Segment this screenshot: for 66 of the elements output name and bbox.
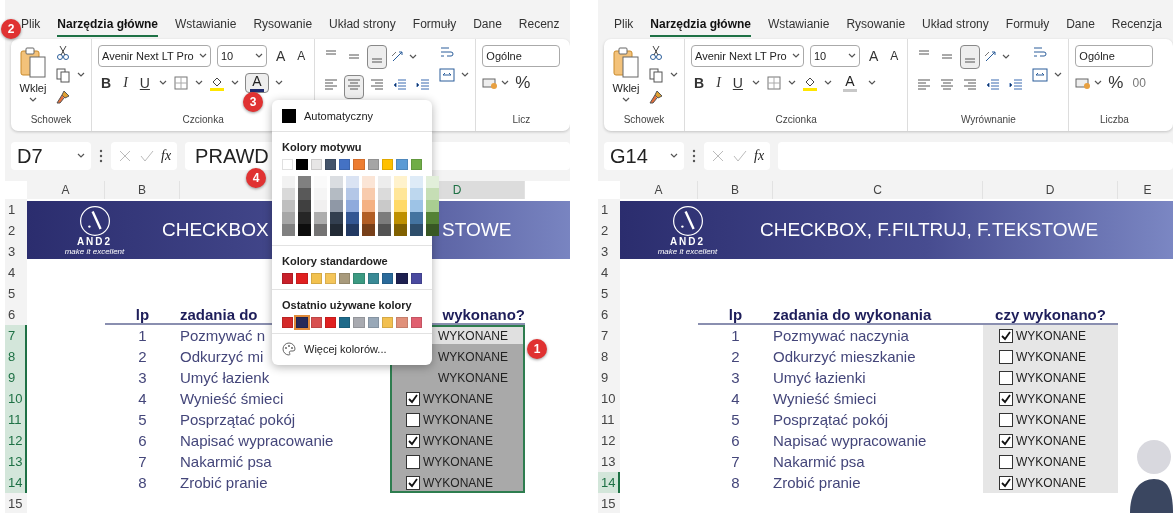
status-label: WYKONANE: [438, 370, 508, 385]
table-cell-text: 6: [730, 431, 741, 451]
status-label: WYKONANE: [1016, 433, 1086, 448]
status-label: WYKONANE: [1016, 328, 1086, 343]
banner-title: CHECKBOX: [162, 219, 270, 241]
table-cell-text: Posprzątać pokój: [180, 410, 296, 430]
table-cell-text: Nakarmić psa: [180, 452, 272, 472]
status-label: WYKONANE: [423, 454, 493, 469]
table-cell-text: Napisać wypracowanie: [773, 431, 927, 451]
status-label: WYKONANE: [423, 433, 493, 448]
logo: AND2 make it excellent: [27, 204, 162, 256]
table-cell-text: Odkurzyć mieszkanie: [773, 347, 916, 367]
column-heading: lp: [105, 304, 180, 325]
group-label: Licz: [512, 114, 531, 127]
group-label: Wyrównanie: [960, 114, 1016, 127]
table-cell-text: Odkurzyć mi: [180, 347, 264, 367]
table-cell-text: Umyć łazienk: [180, 368, 270, 388]
status-label: WYKONANE: [423, 412, 493, 427]
table-cell-text: 8: [730, 473, 741, 493]
table-cell-text: Wynieść śmieci: [180, 389, 284, 409]
group-label: Czcionka: [182, 114, 224, 127]
table-cell-text: Umyć łazienki: [773, 368, 866, 388]
table-cell-text: 2: [730, 347, 741, 367]
step-marker: 2: [1, 19, 21, 39]
status-label: WYKONANE: [423, 391, 493, 406]
table-cell-text: 1: [730, 326, 741, 346]
table-cell-text: Zrobić pranie: [180, 473, 268, 493]
status-label: WYKONANE: [438, 328, 508, 343]
status-label: WYKONANE: [1016, 370, 1086, 385]
table-cell-text: Posprzątać pokój: [773, 410, 889, 430]
table-cell-text: Pozmywać n: [180, 326, 266, 346]
status-label: WYKONANE: [438, 349, 508, 364]
status-label: WYKONANE: [1016, 412, 1086, 427]
section-heading: Kolory motywu: [281, 140, 363, 155]
table-cell-text: Nakarmić psa: [773, 452, 865, 472]
table-cell-text: 7: [730, 452, 741, 472]
table-cell-text: 3: [137, 368, 148, 388]
column-heading: lp: [698, 304, 773, 325]
group-label: Schowek: [30, 114, 72, 127]
group-label: Czcionka: [775, 114, 817, 127]
section-heading: Kolory standardowe: [281, 254, 389, 269]
table-cell-text: Pozmywać naczynia: [773, 326, 909, 346]
table-cell-text: 3: [730, 368, 741, 388]
status-label: WYKONANE: [423, 475, 493, 490]
table-cell-text: Napisać wypracowanie: [180, 431, 334, 451]
table-cell-text: 6: [137, 431, 148, 451]
table-cell-text: Wynieść śmieci: [773, 389, 877, 409]
status-label: WYKONANE: [1016, 475, 1086, 490]
group-label: Liczba: [1099, 114, 1129, 127]
table-cell-text: Zrobić pranie: [773, 473, 861, 493]
table-cell-text: 4: [730, 389, 741, 409]
table-cell-text: 1: [137, 326, 148, 346]
table-cell-text: 2: [137, 347, 148, 367]
table-cell-text: 4: [137, 389, 148, 409]
logo: AND2 make it excellent: [620, 204, 755, 256]
banner-title: CHECKBOX, F.FILTRUJ, F.TEKSTOWE: [759, 219, 1100, 241]
column-heading: zadania do wykonania: [773, 304, 983, 325]
table-cell-text: 8: [137, 473, 148, 493]
status-label: WYKONANE: [1016, 349, 1086, 364]
table-cell-text: 7: [137, 452, 148, 472]
group-label: Schowek: [623, 114, 665, 127]
table-cell-text: 5: [730, 410, 741, 430]
status-label: WYKONANE: [1016, 391, 1086, 406]
banner-title: STOWE: [442, 219, 513, 241]
table-cell-text: 5: [137, 410, 148, 430]
status-label: WYKONANE: [1016, 454, 1086, 469]
